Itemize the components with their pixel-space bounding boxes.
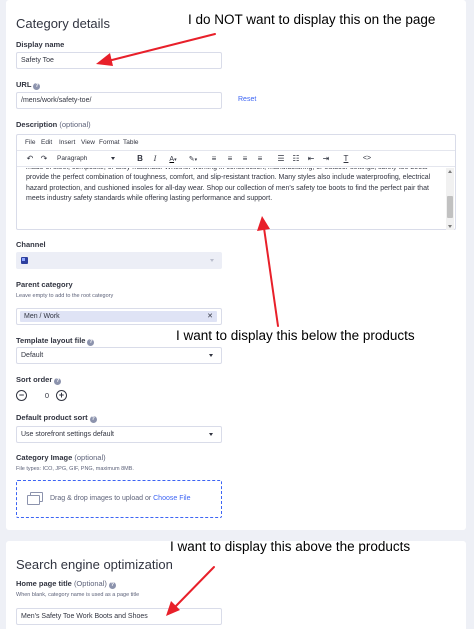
- arrow-to-display-name: [107, 33, 216, 62]
- arrowhead-display-name: [96, 53, 113, 66]
- annotation-arrows: [96, 33, 279, 616]
- arrow-to-page-title: [174, 566, 215, 608]
- arrowhead-description: [257, 216, 270, 231]
- arrow-to-description: [263, 227, 279, 327]
